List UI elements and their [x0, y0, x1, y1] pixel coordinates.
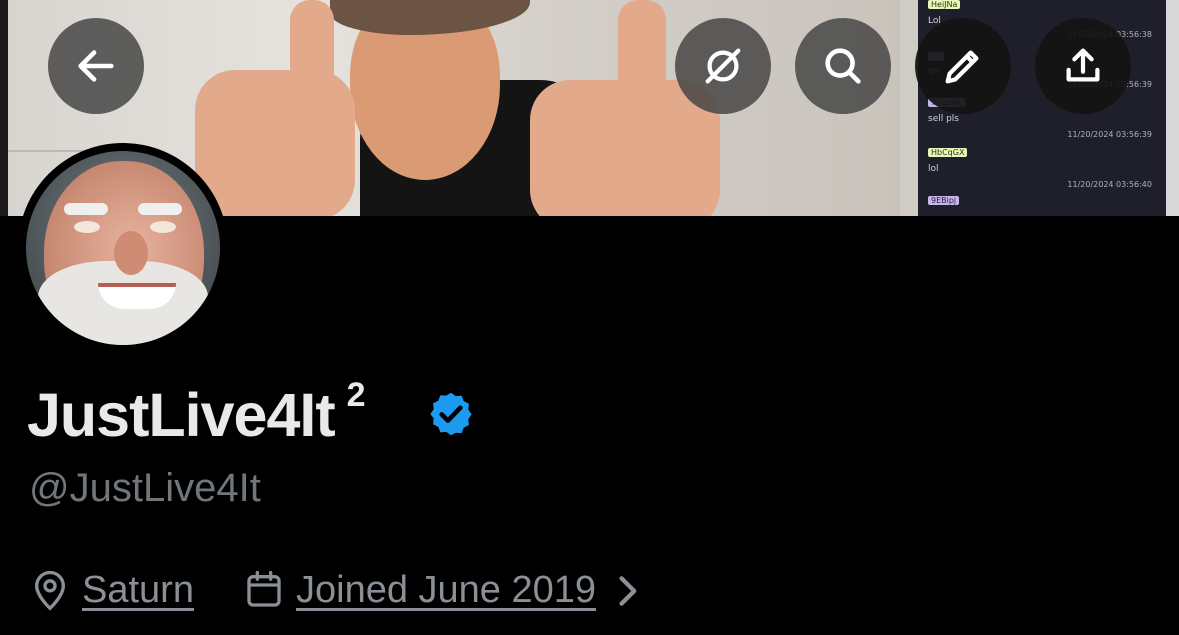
- search-icon: [825, 48, 861, 84]
- avatar-brow: [138, 203, 182, 215]
- username-handle: @JustLive4It: [29, 466, 261, 510]
- avatar-brow: [64, 203, 108, 215]
- share-button[interactable]: [1035, 18, 1131, 114]
- chat-user-tag: HeiJNa: [928, 0, 961, 9]
- chat-user-tag: 9EBipj: [928, 196, 960, 205]
- banner-frame-edge: [0, 0, 8, 216]
- avatar[interactable]: [26, 151, 220, 345]
- chat-time: 11/20/2024 03:56:40: [1067, 180, 1152, 189]
- banner-person-hair: [330, 0, 530, 35]
- edit-button[interactable]: [915, 18, 1011, 114]
- banner-frame-edge: [1166, 0, 1179, 216]
- share-icon: [1066, 48, 1100, 82]
- edit-icon: [945, 50, 979, 84]
- display-name: JustLive4It 2: [27, 376, 366, 450]
- location-item[interactable]: Saturn: [30, 568, 194, 612]
- banner-finger-left: [290, 0, 334, 120]
- verified-badge-icon[interactable]: [426, 389, 476, 439]
- display-name-suffix: 2: [346, 376, 366, 414]
- avatar-nose: [114, 231, 148, 275]
- avatar-eye: [74, 221, 100, 233]
- location-text[interactable]: Saturn: [82, 569, 194, 612]
- chat-user-tag: HbCqGX: [928, 148, 968, 157]
- grok-icon: [705, 48, 741, 84]
- grok-button[interactable]: [675, 18, 771, 114]
- chat-time: 11/20/2024 03:56:39: [1067, 130, 1152, 139]
- banner-finger-right: [618, 0, 666, 130]
- joined-date-item[interactable]: Joined June 2019: [244, 568, 596, 612]
- back-button[interactable]: [48, 18, 144, 114]
- avatar-eye: [150, 221, 176, 233]
- search-button[interactable]: [795, 18, 891, 114]
- chat-message: lol: [928, 164, 939, 174]
- calendar-icon: [247, 570, 281, 607]
- chevron-right-icon[interactable]: [616, 573, 638, 609]
- arrow-left-icon: [78, 50, 114, 82]
- joined-date-text[interactable]: Joined June 2019: [296, 569, 596, 612]
- chat-message: sell pls: [928, 114, 959, 124]
- display-name-text: JustLive4It: [27, 381, 336, 449]
- location-pin-icon: [34, 570, 66, 611]
